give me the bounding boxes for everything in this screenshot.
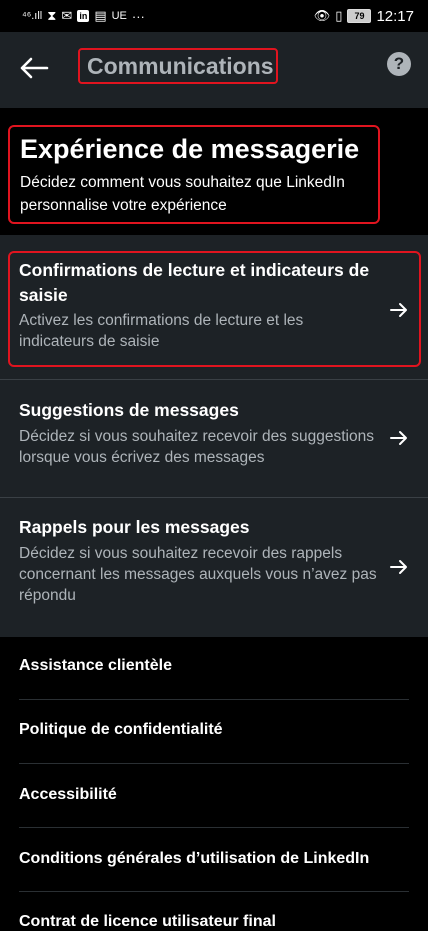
more-notifications: ···: [131, 8, 145, 24]
divider: [19, 763, 409, 764]
arrow-right-icon: [390, 431, 407, 445]
setting-description: Activez les confirmations de lecture et …: [19, 312, 304, 350]
back-button[interactable]: [14, 48, 54, 88]
divider: [19, 891, 409, 892]
link-customer-support[interactable]: Assistance clientèle: [19, 657, 409, 675]
arrow-left-icon: [20, 57, 49, 79]
settings-list: Confirmations de lecture et indicateurs …: [0, 235, 428, 637]
divider: [19, 699, 409, 700]
link-privacy-policy[interactable]: Politique de confidentialité: [19, 721, 409, 739]
mail-icon: ✉: [61, 8, 73, 23]
signal-icon: ⁴⁶.ıll: [22, 10, 43, 22]
hourglass-icon: ⧗: [47, 8, 57, 23]
setting-title: Rappels pour les messages: [19, 517, 250, 537]
divider: [19, 827, 409, 828]
question-circle-icon: ?: [393, 54, 405, 73]
arrow-right-icon: [390, 560, 407, 574]
linkedin-icon: in: [77, 10, 90, 22]
page-title: Communications: [78, 48, 278, 84]
section-description: Décidez comment vous souhaitez que Linke…: [20, 174, 345, 214]
setting-message-reminders[interactable]: Rappels pour les messages Décidez si vou…: [0, 498, 428, 637]
help-button[interactable]: ?: [387, 52, 411, 76]
link-terms-of-use[interactable]: Conditions générales d’utilisation de Li…: [19, 850, 409, 868]
setting-description: Décidez si vous souhaitez recevoir des r…: [19, 545, 377, 604]
eye-icon: 👁︎: [313, 8, 331, 23]
app-bar: Communications ?: [0, 32, 428, 108]
carrier-label: UE: [111, 10, 127, 22]
link-accessibility[interactable]: Accessibilité: [19, 786, 409, 804]
setting-title: Suggestions de messages: [19, 400, 239, 420]
link-end-user-license[interactable]: Contrat de licence utilisateur final: [19, 913, 409, 931]
status-right: 👁︎ ▯ 79 12:17: [314, 8, 414, 25]
battery-icon: 79: [347, 9, 372, 23]
setting-description: Décidez si vous souhaitez recevoir des s…: [19, 428, 374, 466]
status-bar: ⁴⁶.ıll ⧗ ✉ in ▤ UE ··· 👁︎ ▯ 79 12:17: [0, 0, 428, 32]
setting-title: Confirmations de lecture et indicateurs …: [19, 260, 370, 305]
section-title: Expérience de messagerie: [20, 134, 360, 164]
section-header: Expérience de messagerie Décidez comment…: [0, 108, 428, 235]
clock: 12:17: [376, 7, 414, 25]
status-left: ⁴⁶.ıll ⧗ ✉ in ▤ UE ···: [22, 8, 145, 24]
section-header-box: Expérience de messagerie Décidez comment…: [8, 125, 380, 224]
arrow-right-icon: [390, 303, 407, 317]
vibrate-icon: ▯: [335, 8, 343, 23]
setting-message-suggestions[interactable]: Suggestions de messages Décidez si vous …: [0, 380, 428, 497]
setting-read-receipts[interactable]: Confirmations de lecture et indicateurs …: [0, 235, 428, 379]
message-icon: ▤: [94, 8, 107, 23]
